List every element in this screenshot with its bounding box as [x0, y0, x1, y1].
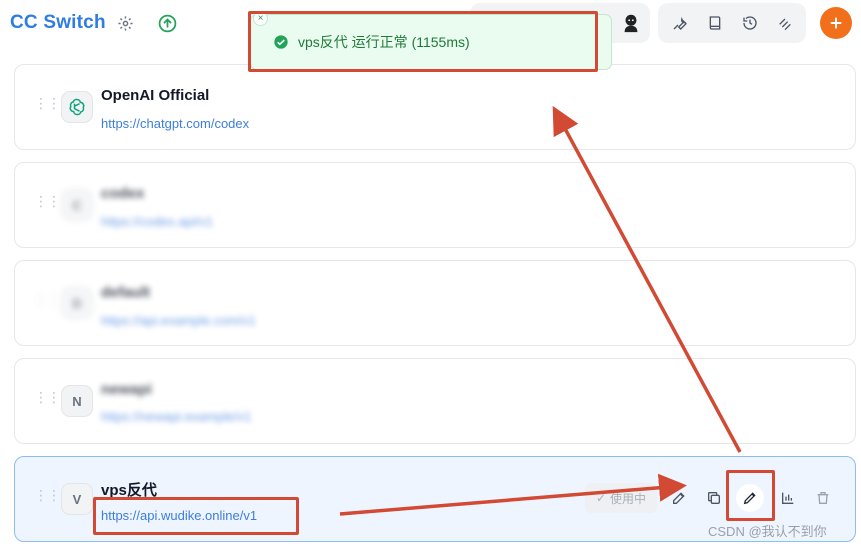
annotation-arrow-url-to-test: [339, 473, 687, 516]
annotation-arrow-to-toast: [552, 105, 742, 453]
annotation-arrows: [339, 105, 742, 516]
watermark: CSDN @我认不到你: [708, 524, 827, 539]
